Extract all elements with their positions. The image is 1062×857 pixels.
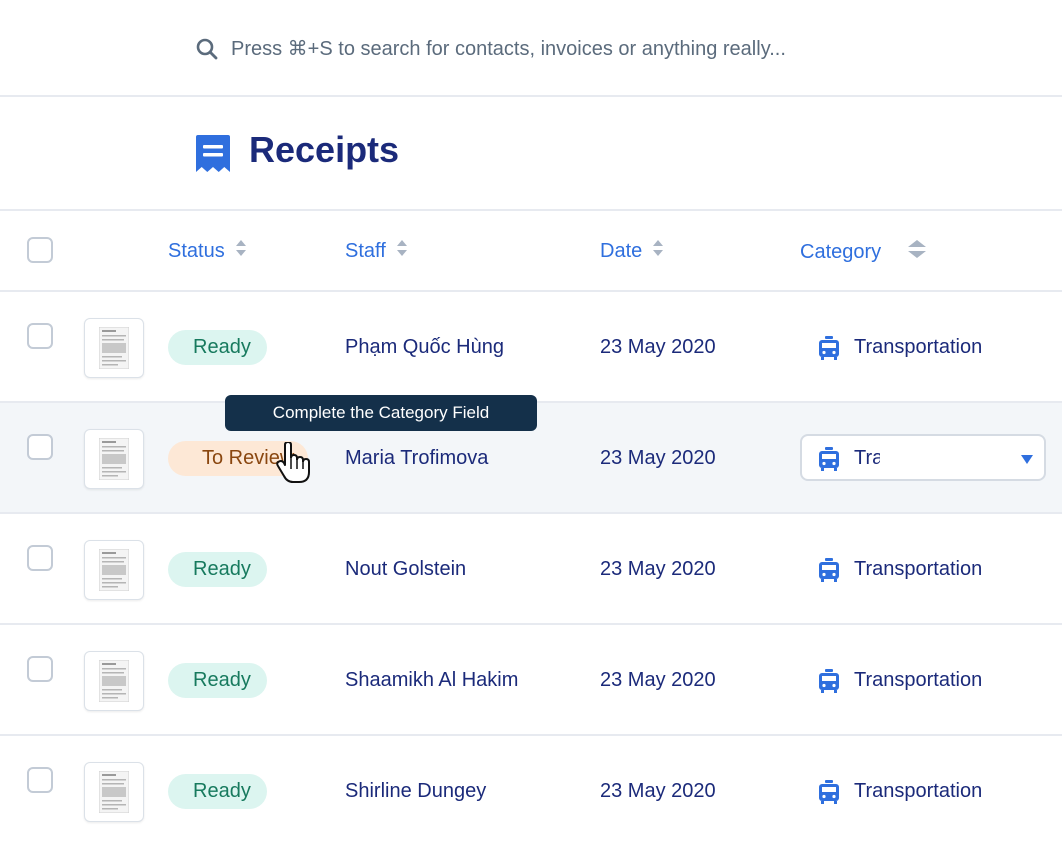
category-value: Transportation: [854, 780, 983, 802]
category-column-header[interactable]: Category: [800, 239, 927, 265]
sort-icon: [652, 239, 664, 263]
staff-name: Shaamikh Al Hakim: [345, 669, 519, 691]
table-row[interactable]: Ready Nout Golstein 23 May 2020 Transpor…: [0, 514, 1062, 625]
receipt-thumbnail[interactable]: [84, 762, 144, 822]
sort-icon: [907, 239, 927, 265]
receipt-thumbnail[interactable]: [84, 651, 144, 711]
tram-icon: [818, 669, 840, 698]
column-label: Date: [600, 239, 643, 262]
row-checkbox[interactable]: [27, 434, 53, 460]
date-column-header[interactable]: Date: [600, 239, 664, 263]
date-value: 23 May 2020: [600, 558, 716, 580]
search-icon: [196, 38, 218, 65]
sort-icon: [396, 239, 408, 263]
date-value: 23 May 2020: [600, 669, 716, 691]
category-value: Transportation: [854, 558, 983, 580]
sort-icon: [235, 239, 247, 263]
staff-name: Nout Golstein: [345, 558, 467, 580]
status-column-header[interactable]: Status: [168, 239, 247, 263]
select-all-checkbox[interactable]: [27, 237, 53, 263]
staff-column-header[interactable]: Staff: [345, 239, 408, 263]
table-header: Status Staff Date Category: [0, 211, 1062, 292]
receipt-thumbnail[interactable]: [84, 429, 144, 489]
row-checkbox[interactable]: [27, 323, 53, 349]
chevron-down-icon[interactable]: [1020, 452, 1034, 470]
status-badge: Ready: [168, 330, 267, 365]
search-bar: [0, 0, 1062, 97]
staff-name: Maria Trofimova: [345, 447, 489, 469]
date-value: 23 May 2020: [600, 447, 716, 469]
tooltip: Complete the Category Field: [225, 395, 537, 431]
status-badge: Ready: [168, 663, 267, 698]
category-select[interactable]: Transportation: [800, 434, 1046, 481]
receipt-thumbnail[interactable]: [84, 318, 144, 378]
date-value: 23 May 2020: [600, 780, 716, 802]
tram-icon: [818, 447, 840, 476]
column-label: Category: [800, 240, 882, 263]
receipt-icon: [196, 135, 230, 178]
category-select-value: Transportation: [854, 447, 880, 469]
table-row[interactable]: Ready Shirline Dungey 23 May 2020 Transp…: [0, 736, 1062, 847]
search-input[interactable]: [231, 34, 991, 64]
row-checkbox[interactable]: [27, 656, 53, 682]
column-label: Staff: [345, 239, 386, 262]
category-value: Transportation: [854, 336, 983, 358]
table-row[interactable]: Ready Shaamikh Al Hakim 23 May 2020 Tran…: [0, 625, 1062, 736]
staff-name: Phạm Quốc Hùng: [345, 336, 504, 358]
page-header: Receipts: [0, 97, 1062, 211]
category-value: Transportation: [854, 669, 983, 691]
column-label: Status: [168, 239, 225, 262]
row-checkbox[interactable]: [27, 545, 53, 571]
tram-icon: [818, 558, 840, 587]
staff-name: Shirline Dungey: [345, 780, 487, 802]
date-value: 23 May 2020: [600, 336, 716, 358]
tram-icon: [818, 780, 840, 809]
receipt-thumbnail[interactable]: [84, 540, 144, 600]
status-badge: Ready: [168, 552, 267, 587]
page-title: Receipts: [249, 129, 400, 170]
row-checkbox[interactable]: [27, 767, 53, 793]
table-row[interactable]: Ready Phạm Quốc Hùng 23 May 2020 Transpo…: [0, 292, 1062, 403]
hand-pointer-cursor-icon: [276, 441, 310, 489]
status-badge: Ready: [168, 774, 267, 809]
tram-icon: [818, 336, 840, 365]
